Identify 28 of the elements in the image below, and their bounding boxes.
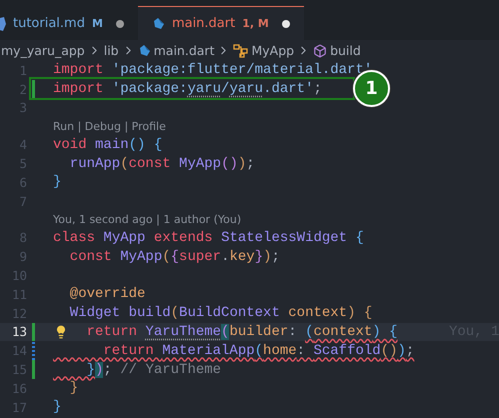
code-line: const MyApp({super.key}); bbox=[68, 248, 280, 265]
code-lens[interactable]: You, 1 second ago | 1 author (You) bbox=[53, 213, 242, 226]
code-line: }); // YaruTheme bbox=[86, 362, 222, 378]
breadcrumb-item[interactable]: MyApp bbox=[251, 43, 294, 58]
code-lens[interactable]: Run | Debug | Profile bbox=[53, 120, 166, 133]
breadcrumb-item[interactable]: lib bbox=[104, 43, 119, 58]
lightbulb-icon[interactable] bbox=[54, 324, 68, 339]
line-number: 13 bbox=[10, 324, 27, 340]
code-line: class MyApp extends StatelessWidget { bbox=[53, 230, 364, 246]
code-line: @override bbox=[68, 286, 146, 302]
dart-file-icon bbox=[138, 44, 151, 57]
code-line: runApp(const MyApp()); bbox=[68, 156, 255, 172]
editor-tab[interactable]: main.dart 1, M bbox=[138, 6, 304, 40]
cube-icon bbox=[313, 44, 328, 58]
code-line: void main() { bbox=[53, 136, 162, 153]
code-line: } bbox=[68, 380, 78, 396]
dart-file-icon bbox=[152, 17, 165, 30]
breadcrumb-item[interactable]: main.dart bbox=[154, 43, 214, 58]
code-line: Widget build(BuildContext context) { bbox=[68, 305, 372, 322]
code-line: } bbox=[53, 174, 62, 190]
code-line: } bbox=[53, 399, 62, 416]
code-line: return MaterialApp(home: Scaffold()); bbox=[102, 342, 414, 359]
class-icon bbox=[233, 44, 248, 58]
breadcrumb-item[interactable]: my_yaru_app bbox=[1, 43, 85, 58]
code-line: import 'package:yaru/yaru.dart'; bbox=[53, 81, 322, 98]
breadcrumb-item[interactable]: build bbox=[330, 43, 361, 58]
editor-tab[interactable]: tutorial.md M bbox=[0, 6, 138, 40]
code-line: return YaruTheme(builder: (context) { bbox=[86, 324, 398, 340]
